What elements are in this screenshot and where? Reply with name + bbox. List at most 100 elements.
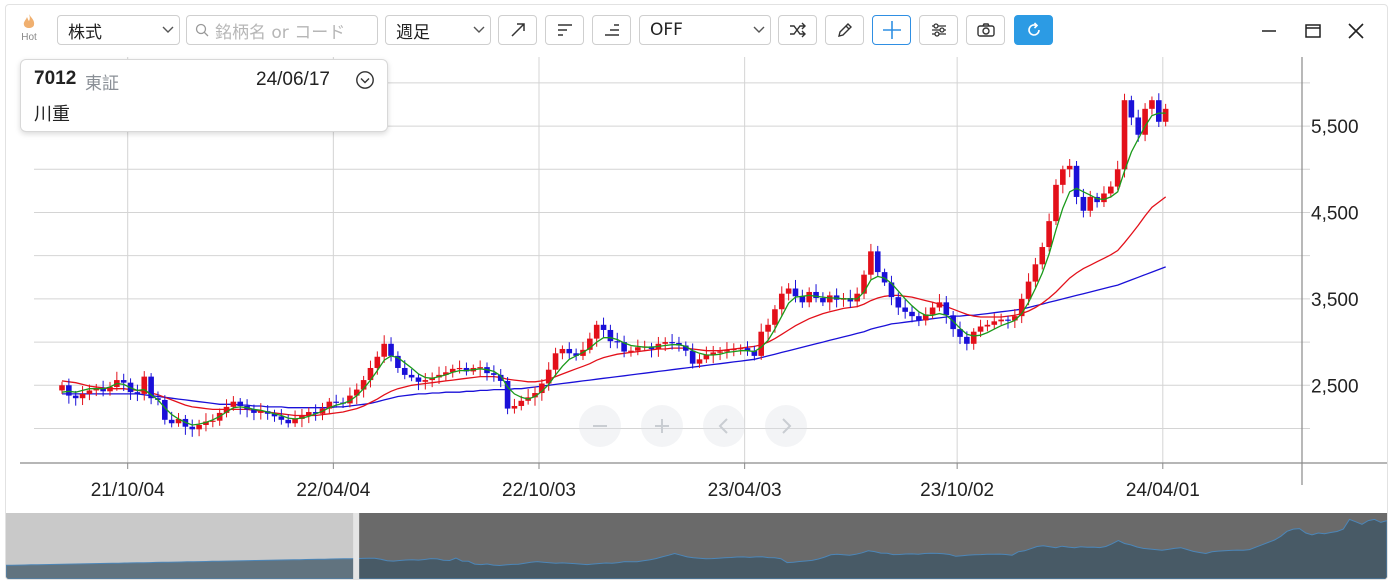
candle-body xyxy=(134,392,141,394)
candle xyxy=(141,371,148,401)
close-icon xyxy=(1348,23,1364,39)
refresh-button[interactable] xyxy=(1014,15,1053,45)
stock-code: 7012 xyxy=(34,68,77,89)
candle-body xyxy=(772,309,778,325)
candle xyxy=(758,323,765,360)
candle xyxy=(1101,186,1107,207)
candle xyxy=(1025,273,1032,306)
draw-button[interactable] xyxy=(825,15,864,45)
candle-body xyxy=(1032,264,1039,282)
candle-body xyxy=(895,297,902,308)
candle-body xyxy=(614,341,621,343)
candle xyxy=(689,343,696,369)
candle-body xyxy=(998,319,1004,322)
candle xyxy=(408,369,415,382)
candle-body xyxy=(1005,319,1011,321)
crosshair-button[interactable] xyxy=(872,15,911,45)
candle xyxy=(943,296,950,324)
candle-body xyxy=(964,336,970,344)
range-navigator[interactable] xyxy=(6,513,1387,579)
chevron-left-icon xyxy=(718,418,728,434)
candle-body xyxy=(929,307,936,315)
indicator-select[interactable]: OFF xyxy=(639,15,771,45)
candle-body xyxy=(628,350,634,352)
candle xyxy=(1073,161,1080,205)
candle-body xyxy=(1060,169,1066,185)
candle xyxy=(415,373,422,391)
search-placeholder: 銘柄名 or コード xyxy=(215,22,346,43)
period-select[interactable]: 週足 xyxy=(385,15,491,45)
candle xyxy=(1066,159,1073,178)
minimize-icon xyxy=(1262,30,1276,32)
x-tick-label: 22/10/03 xyxy=(502,480,576,501)
candle-body xyxy=(737,348,744,350)
candle-body xyxy=(984,324,991,327)
minimize-button[interactable] xyxy=(1258,20,1280,42)
scroll-left-button[interactable] xyxy=(703,405,745,447)
shuffle-icon xyxy=(789,22,806,38)
candle-body xyxy=(970,331,977,344)
stock-market: 東証 xyxy=(85,74,119,94)
crosshair-icon xyxy=(882,21,901,39)
stock-info-popup[interactable]: 7012 東証 24/06/17 川重 xyxy=(20,59,388,132)
close-button[interactable] xyxy=(1345,20,1367,42)
candle xyxy=(929,302,936,319)
candle-body xyxy=(401,367,408,375)
candle xyxy=(868,243,874,280)
hot-button[interactable]: Hot xyxy=(15,14,43,50)
search-input[interactable]: 銘柄名 or コード xyxy=(186,15,378,45)
candle-body xyxy=(724,349,730,352)
maximize-button[interactable] xyxy=(1302,20,1324,42)
candle xyxy=(799,289,806,308)
candle xyxy=(559,345,566,360)
x-tick-label: 24/04/01 xyxy=(1126,480,1200,501)
candle-body xyxy=(1066,165,1073,170)
candle-body xyxy=(600,324,607,330)
minus-icon xyxy=(593,425,607,427)
candle xyxy=(970,328,977,350)
candle-body xyxy=(607,329,614,342)
y-tick-label: 4,500 xyxy=(1311,203,1359,224)
candle-body xyxy=(792,288,799,297)
candle xyxy=(1135,109,1142,142)
scroll-right-button[interactable] xyxy=(765,405,807,447)
candle-body xyxy=(189,426,196,430)
chevron-circle-down-icon[interactable] xyxy=(355,70,375,90)
candle xyxy=(79,386,86,406)
align-left-button[interactable] xyxy=(545,15,584,45)
candle xyxy=(936,294,943,312)
shuffle-button[interactable] xyxy=(778,15,817,45)
candle-body xyxy=(422,380,429,382)
candle-body xyxy=(456,367,463,370)
candle xyxy=(1018,293,1025,324)
candle xyxy=(785,283,792,301)
candle xyxy=(737,344,744,355)
candle-body xyxy=(566,348,573,354)
candle-body xyxy=(518,400,525,406)
candle xyxy=(820,292,826,307)
candle-body xyxy=(874,251,881,273)
trendline-button[interactable] xyxy=(498,15,537,45)
zoom-in-button[interactable] xyxy=(641,405,683,447)
candle-body xyxy=(868,251,874,275)
candle xyxy=(326,397,333,415)
navigator-handle[interactable] xyxy=(353,513,360,579)
candle xyxy=(148,373,154,405)
candle-body xyxy=(902,307,908,312)
screenshot-button[interactable] xyxy=(966,15,1005,45)
chevron-down-icon xyxy=(157,26,179,34)
x-tick-label: 21/10/04 xyxy=(91,480,165,501)
align-right-button[interactable] xyxy=(592,15,631,45)
candle xyxy=(134,384,141,402)
zoom-out-button[interactable] xyxy=(579,405,621,447)
candle xyxy=(422,373,429,390)
candle-body xyxy=(1149,100,1155,109)
candle xyxy=(72,390,79,406)
align-left-icon xyxy=(557,24,572,36)
candle xyxy=(443,366,449,381)
candle-body xyxy=(292,418,298,424)
candle-body xyxy=(936,302,943,308)
settings-button[interactable] xyxy=(919,15,958,45)
market-select[interactable]: 株式 xyxy=(57,15,180,45)
y-tick-label: 2,500 xyxy=(1311,376,1359,397)
